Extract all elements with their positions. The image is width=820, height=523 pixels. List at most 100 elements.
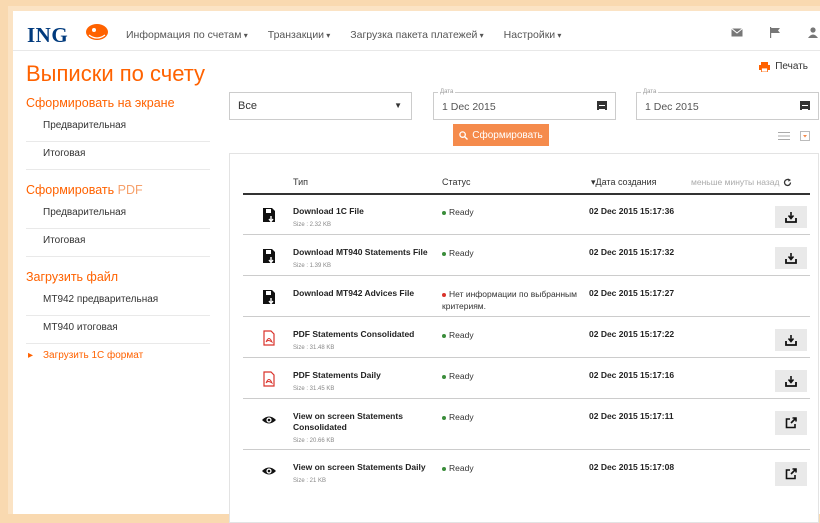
floppy-icon [263,290,275,305]
row-status-text: Ready [449,248,474,258]
row-name: View on screen Statements Consolidated S… [293,411,433,447]
nav-menu: Информация по счетам Транзакции Загрузка… [126,29,561,41]
nav-settings[interactable]: Настройки [504,29,562,41]
row-status-text: Нет информации по выбранным критериям. [442,289,578,311]
row-size: Size : 21 KB [293,478,327,484]
row-status: Ready [442,206,577,218]
row-status: Нет информации по выбранным критериям. [442,288,577,312]
generate-button[interactable]: Сформировать [453,124,549,146]
row-name-text: Download 1C File [293,206,364,216]
column-header-created[interactable]: ▾Дата создания [591,177,657,188]
row-name-text: View on screen Statements Daily [293,462,426,472]
row-date: 02 Dec 2015 15:17:36 [589,206,675,216]
date-to-value: 1 Dec 2015 [645,101,699,113]
download-button[interactable] [775,247,807,269]
table-row: Download 1C File Size : 2.32 KB Ready 02… [243,195,810,235]
nav-transactions[interactable]: Транзакции [268,29,331,41]
sidebar-heading-pdf: Сформировать PDF [26,183,143,197]
row-name: Download 1C File Size : 2.32 KB [293,206,433,231]
date-from-field[interactable]: Дата 1 Dec 2015 [433,89,616,120]
status-dot [442,466,446,471]
refresh-text: меньше минуты назад [691,177,780,187]
chevron-down-icon: ▼ [394,101,402,110]
ing-logo[interactable]: ING [27,23,68,48]
row-status-text: Ready [449,412,474,422]
pdf-icon [263,330,275,346]
refresh-icon[interactable] [783,178,792,187]
row-status-text: Ready [449,463,474,473]
row-size: Size : 2.32 KB [293,222,332,228]
date-to-label: Дата [641,89,659,95]
table-row: View on screen Statements Consolidated S… [243,400,810,450]
external-link-icon [785,468,797,480]
page-title: Выписки по счету [26,61,206,86]
flag-icon[interactable] [769,27,781,38]
download-button[interactable] [775,206,807,228]
mail-icon[interactable] [731,27,743,38]
app-frame: ING Информация по счетам Транзакции Загр… [8,6,820,523]
row-status-text: Ready [449,330,474,340]
sidebar-item-pdf-final[interactable]: Итоговая [26,229,210,257]
row-name-text: PDF Statements Consolidated [293,329,415,339]
column-header-created-label: Дата создания [595,177,657,187]
sidebar-item-pdf-preliminary[interactable]: Предварительная [26,201,210,229]
row-size: Size : 31.45 KB [293,386,335,392]
date-to-field[interactable]: Дата 1 Dec 2015 [636,89,819,120]
row-date: 02 Dec 2015 15:17:27 [589,288,675,298]
status-dot [442,415,446,420]
row-status-text: Ready [449,371,474,381]
row-status: Ready [442,247,577,259]
print-button[interactable]: Печать [759,61,808,72]
download-button[interactable] [775,370,807,392]
top-navigation: ING Информация по счетам Транзакции Загр… [13,11,820,51]
open-button[interactable] [775,411,807,435]
row-name: PDF Statements Daily Size : 31.45 KB [293,370,433,395]
row-name-text: Download MT942 Advices File [293,288,415,298]
table-row: PDF Statements Daily Size : 31.45 KB Rea… [243,359,810,399]
row-status-text: Ready [449,207,474,217]
sidebar-item-screen-preliminary[interactable]: Предварительная [26,114,210,142]
row-name-text: View on screen Statements Consolidated [293,411,403,432]
row-size: Size : 31.48 KB [293,345,335,351]
floppy-icon [263,208,275,223]
download-icon [785,375,797,387]
calendar-icon[interactable] [800,101,810,110]
row-status: Ready [442,411,577,423]
table-row: View on screen Statements Daily Size : 2… [243,451,810,493]
sidebar-item-mt942[interactable]: MT942 предварительная [26,288,210,316]
sidebar-item-screen-final[interactable]: Итоговая [26,142,210,170]
list-view-icon[interactable] [778,131,790,141]
ing-lion-icon [86,24,108,40]
floppy-icon [263,249,275,264]
sidebar-item-1c-format[interactable]: Загрузить 1С формат [26,344,210,372]
row-name-text: PDF Statements Daily [293,370,381,380]
open-button[interactable] [775,462,807,486]
nav-accounts-info[interactable]: Информация по счетам [126,29,248,41]
download-button[interactable] [775,329,807,351]
row-name: PDF Statements Consolidated Size : 31.48… [293,329,433,354]
calendar-icon[interactable] [597,101,607,110]
table-row: Download MT940 Statements File Size : 1.… [243,236,810,276]
sidebar-item-mt940[interactable]: MT940 итоговая [26,316,210,344]
status-dot [442,210,446,215]
row-date: 02 Dec 2015 15:17:08 [589,462,675,472]
row-status: Ready [442,370,577,382]
row-status: Ready [442,329,577,341]
filter-dropdown-icon[interactable] [800,131,810,141]
search-icon [459,130,469,140]
nav-upload-payments[interactable]: Загрузка пакета платежей [350,29,483,41]
download-icon [785,252,797,264]
user-icon[interactable] [807,27,819,38]
row-name: Download MT940 Statements File Size : 1.… [293,247,433,272]
row-date: 02 Dec 2015 15:17:16 [589,370,675,380]
date-from-value: 1 Dec 2015 [442,101,496,113]
generate-label: Сформировать [472,129,543,141]
table-row: PDF Statements Consolidated Size : 31.48… [243,318,810,358]
row-date: 02 Dec 2015 15:17:11 [589,411,674,421]
printer-icon [759,61,771,72]
status-dot [442,251,446,256]
download-icon [785,211,797,223]
column-header-status[interactable]: Статус [442,177,470,187]
statement-type-select[interactable]: Все ▼ [229,92,412,120]
column-header-type[interactable]: Тип [293,177,308,187]
